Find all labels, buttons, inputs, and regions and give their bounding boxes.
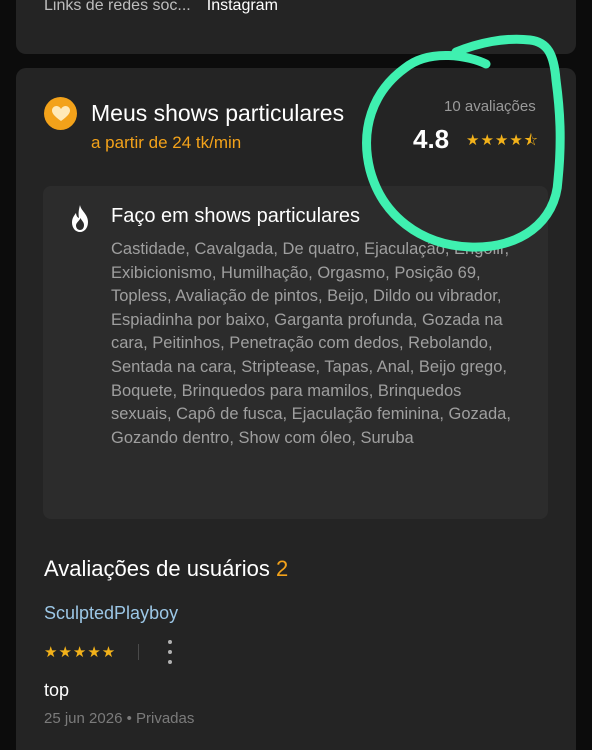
review-text: top <box>44 680 70 700</box>
fire-icon <box>68 204 92 234</box>
review-meta: 25 jun 2026 • Privadas <box>44 710 195 727</box>
review-divider <box>138 644 139 660</box>
rating-stars-icon: ★★★★⯪ <box>466 132 539 149</box>
heart-icon <box>44 97 77 130</box>
reviews-title: Avaliações de usuários <box>44 556 270 581</box>
reviews-count: 2 <box>275 556 289 581</box>
private-shows-title: Meus shows particulares <box>91 100 345 126</box>
private-shows-list-title: Faço em shows particulares <box>111 205 360 227</box>
social-links-row: Links de redes soc... Instagram <box>44 0 278 18</box>
reviewer-name[interactable]: SculptedPlayboy <box>44 603 178 624</box>
rating-count[interactable]: 10 avaliações <box>444 98 536 115</box>
private-shows-price: a partir de 24 tk/min <box>91 133 242 152</box>
rating-value: 4.8 <box>413 124 450 154</box>
social-link-instagram[interactable]: Instagram <box>207 0 278 15</box>
social-links-label: Links de redes soc... <box>44 0 191 14</box>
review-stars-icon: ★★★★★ <box>44 644 117 661</box>
reviews-heading: Avaliações de usuários 2 <box>44 556 288 582</box>
page: Links de redes soc... Instagram Meus sho… <box>0 0 592 750</box>
more-options-icon[interactable] <box>162 640 178 664</box>
private-shows-list: Castidade, Cavalgada, De quatro, Ejacula… <box>111 240 511 447</box>
